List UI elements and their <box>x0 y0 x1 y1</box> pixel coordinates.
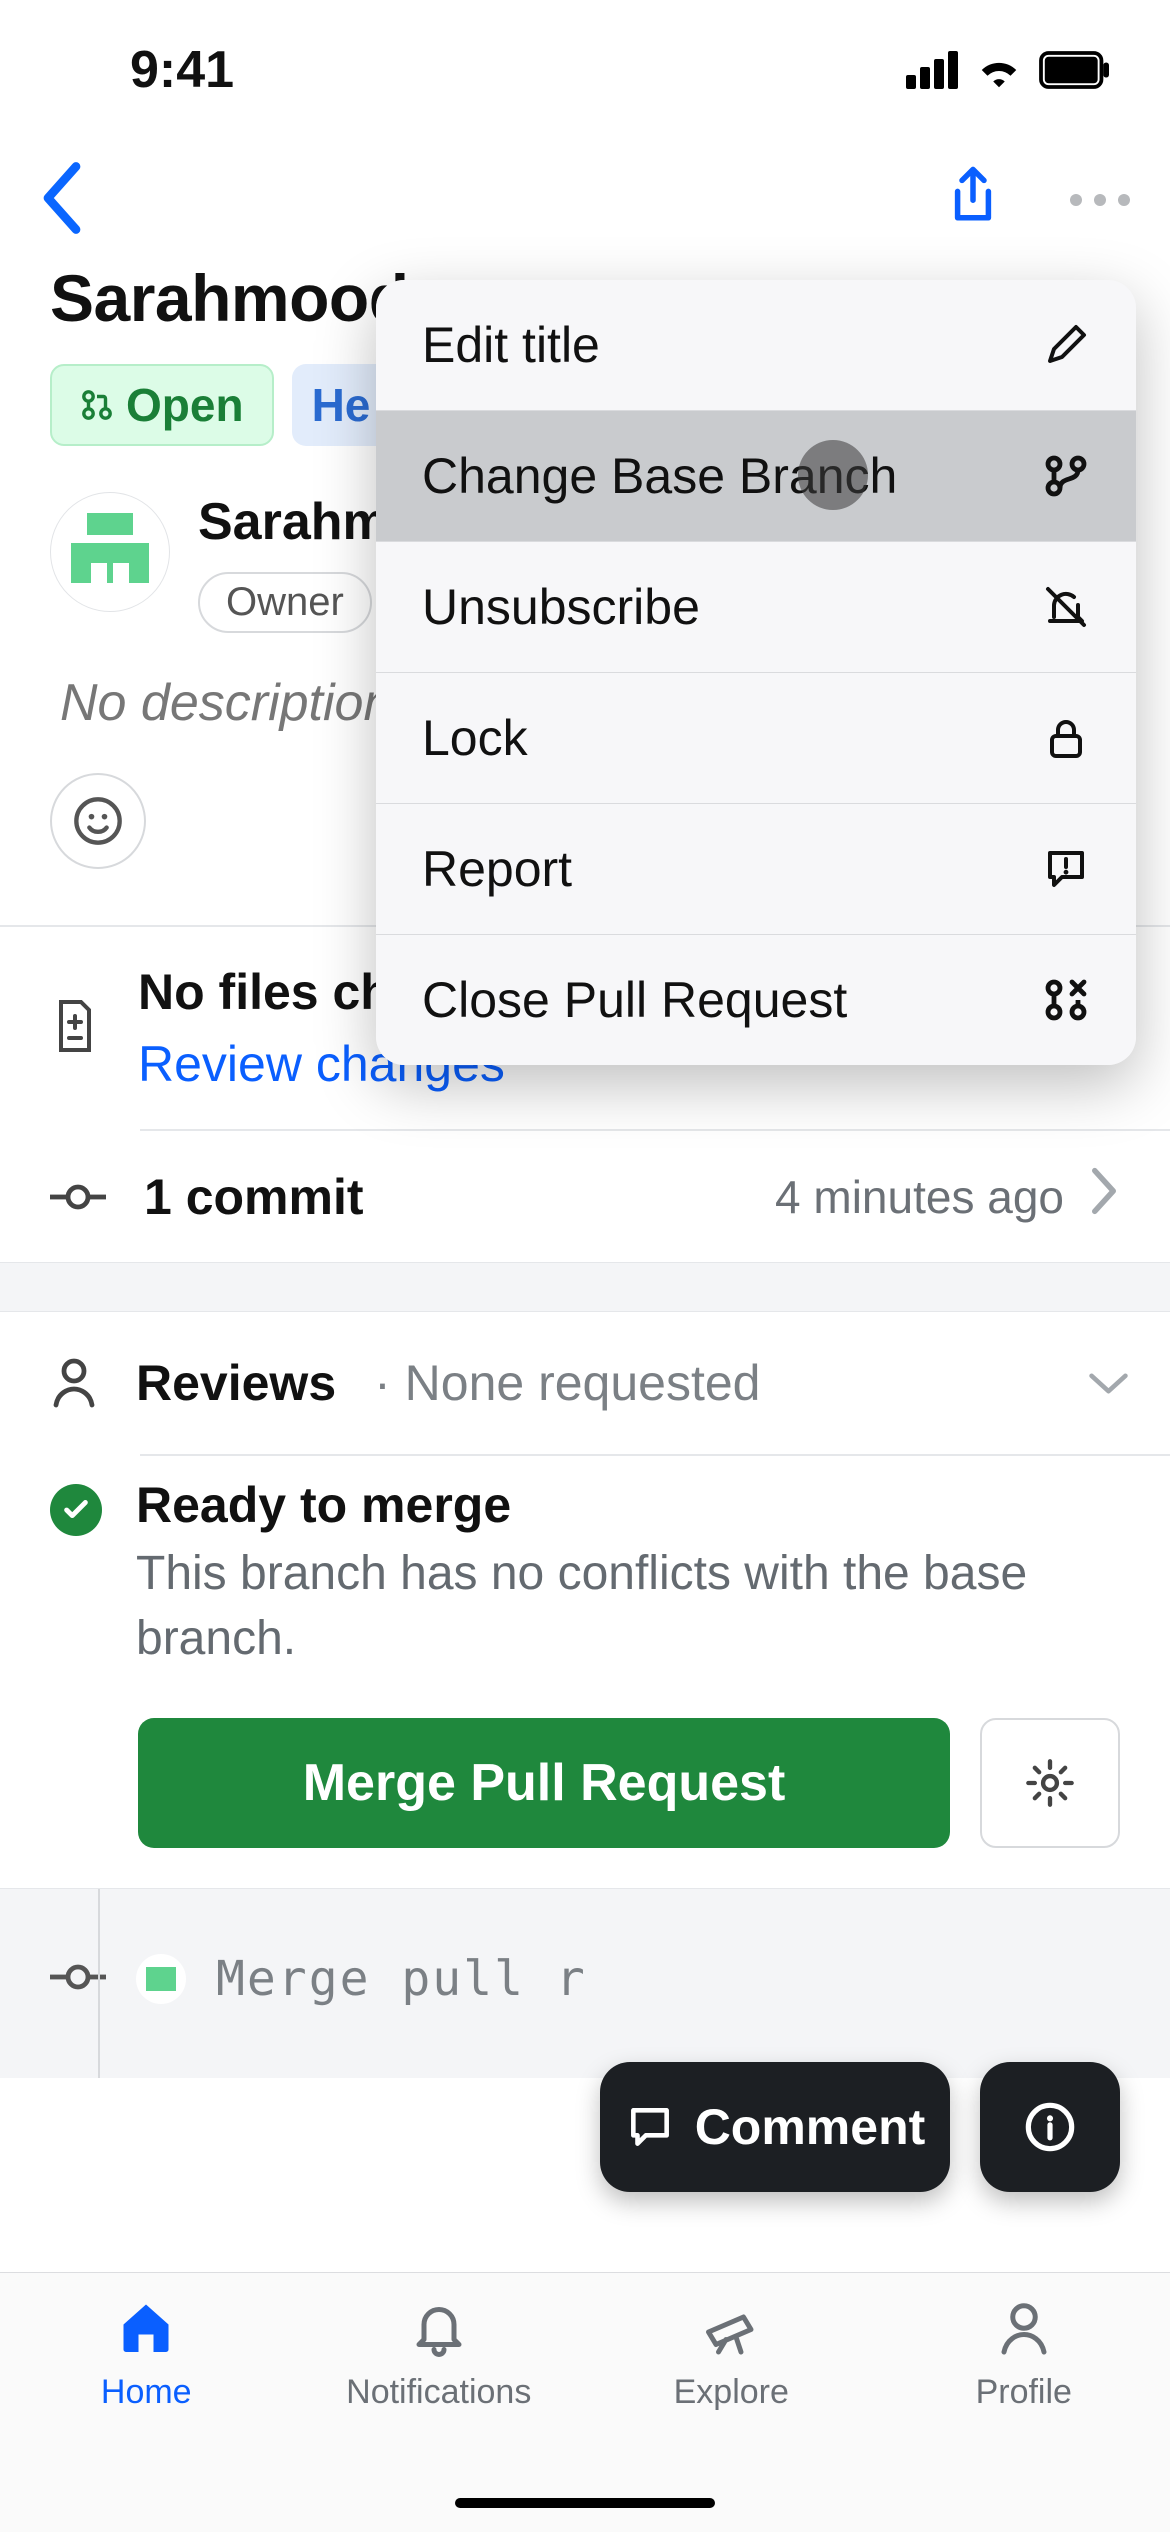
git-branch-icon <box>1042 452 1090 500</box>
merge-ready-detail: This branch has no conflicts with the ba… <box>136 1542 1120 1672</box>
tab-explore-label: Explore <box>674 2373 789 2412</box>
tab-profile[interactable]: Profile <box>878 2297 1170 2532</box>
branch-label: He <box>312 378 371 432</box>
avatar <box>136 1954 186 2004</box>
chevron-right-icon <box>1088 1167 1120 1226</box>
comment-label: Comment <box>695 2098 926 2156</box>
menu-lock[interactable]: Lock <box>376 672 1136 803</box>
cellular-icon <box>906 51 958 89</box>
diff-icon <box>50 998 100 1059</box>
reviews-label: Reviews <box>136 1354 336 1412</box>
status-time: 9:41 <box>130 40 234 100</box>
timeline: Merge pull r <box>0 1888 1170 2078</box>
commits-time: 4 minutes ago <box>775 1170 1064 1224</box>
person-icon <box>994 2297 1054 2357</box>
bell-icon <box>409 2297 469 2357</box>
merge-ready-title: Ready to merge <box>136 1476 1120 1534</box>
owner-role-chip: Owner <box>198 572 372 633</box>
reviews-row[interactable]: Reviews · None requested <box>0 1312 1170 1454</box>
commits-label: 1 commit <box>144 1168 737 1226</box>
home-indicator <box>455 2498 715 2508</box>
menu-close-pr-label: Close Pull Request <box>422 971 847 1029</box>
context-menu: Edit title Change Base Branch Unsubscrib… <box>376 280 1136 1065</box>
more-button[interactable] <box>1070 194 1130 206</box>
touch-indicator <box>798 440 868 510</box>
smile-icon <box>72 795 124 847</box>
merge-options-button[interactable] <box>980 1718 1120 1848</box>
battery-icon <box>1040 53 1110 87</box>
back-button[interactable] <box>40 163 84 238</box>
git-pull-request-icon <box>80 388 114 422</box>
merge-pull-request-button[interactable]: Merge Pull Request <box>138 1718 950 1848</box>
menu-edit-title-label: Edit title <box>422 316 600 374</box>
commits-row[interactable]: 1 commit 4 minutes ago <box>0 1131 1170 1262</box>
nav-bar <box>0 140 1170 260</box>
menu-report-label: Report <box>422 840 572 898</box>
add-reaction-button[interactable] <box>50 773 146 869</box>
reviews-status: · None requested <box>374 1354 760 1412</box>
menu-change-base[interactable]: Change Base Branch <box>376 410 1136 541</box>
owner-name: Sarahm <box>198 492 389 552</box>
merge-block: Ready to merge This branch has no confli… <box>0 1456 1170 1888</box>
telescope-icon <box>701 2297 761 2357</box>
timeline-message: Merge pull r <box>216 1951 587 2007</box>
menu-close-pr[interactable]: Close Pull Request <box>376 934 1136 1065</box>
tab-profile-label: Profile <box>976 2373 1072 2412</box>
lock-icon <box>1042 714 1090 762</box>
open-label: Open <box>126 378 244 432</box>
menu-unsubscribe-label: Unsubscribe <box>422 578 700 636</box>
menu-lock-label: Lock <box>422 709 528 767</box>
avatar[interactable] <box>50 492 170 612</box>
gear-icon <box>1024 1757 1076 1809</box>
git-pr-closed-icon <box>1042 976 1090 1024</box>
menu-edit-title[interactable]: Edit title <box>376 280 1136 410</box>
status-badge-open: Open <box>50 364 274 446</box>
status-bar: 9:41 <box>0 0 1170 140</box>
chevron-down-icon <box>1084 1369 1129 1397</box>
info-button[interactable] <box>980 2062 1120 2192</box>
menu-unsubscribe[interactable]: Unsubscribe <box>376 541 1136 672</box>
menu-report[interactable]: Report <box>376 803 1136 934</box>
screen: 9:41 Sarahmood Open <box>0 0 1170 2532</box>
tab-notifications[interactable]: Notifications <box>293 2297 586 2532</box>
comment-button[interactable]: Comment <box>600 2062 950 2192</box>
tab-explore[interactable]: Explore <box>585 2297 878 2532</box>
tab-home-label: Home <box>101 2373 192 2412</box>
report-icon <box>1042 845 1090 893</box>
status-right <box>906 51 1110 89</box>
commit-icon <box>50 1182 106 1212</box>
tab-bar: Home Notifications Explore Profile <box>0 2272 1170 2532</box>
info-icon <box>1024 2101 1076 2153</box>
person-icon <box>50 1355 98 1412</box>
comment-icon <box>625 2102 675 2152</box>
tab-home[interactable]: Home <box>0 2297 293 2532</box>
check-circle-icon <box>50 1484 102 1536</box>
pencil-icon <box>1042 321 1090 369</box>
wifi-icon <box>976 52 1022 88</box>
bell-slash-icon <box>1042 583 1090 631</box>
home-icon <box>116 2297 176 2357</box>
tab-notifications-label: Notifications <box>346 2373 531 2412</box>
share-button[interactable] <box>946 165 1000 236</box>
